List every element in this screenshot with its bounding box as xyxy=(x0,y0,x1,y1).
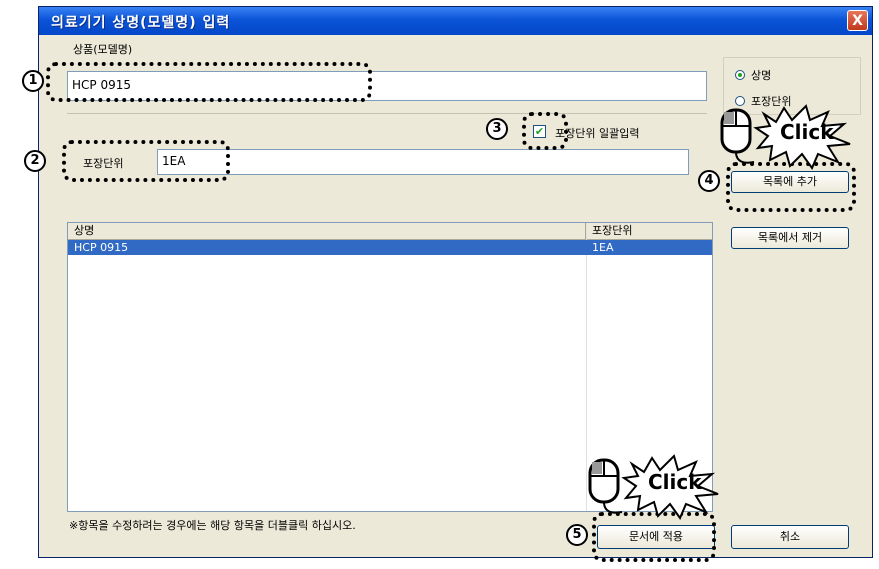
separator xyxy=(67,113,707,114)
mouse-icon xyxy=(588,458,623,514)
table-row[interactable]: HCP 0915 1EA xyxy=(68,240,712,255)
radio-product-dot[interactable] xyxy=(735,70,745,80)
column-header-name[interactable]: 상명 xyxy=(68,223,586,239)
click-label-1: Click xyxy=(780,120,834,144)
list-header: 상명 포장단위 xyxy=(68,223,712,240)
mouse-icon xyxy=(720,108,755,164)
radio-product[interactable]: 상명 xyxy=(735,67,771,83)
package-unit-input[interactable]: 1EA xyxy=(157,149,689,175)
window-title: 의료기기 상명(모델명) 입력 xyxy=(51,15,231,31)
callout-box-3 xyxy=(522,112,568,150)
callout-badge-2: 2 xyxy=(24,150,46,172)
cancel-button[interactable]: 취소 xyxy=(731,525,849,549)
callout-badge-3: 3 xyxy=(486,118,508,140)
click-label-2: Click xyxy=(648,470,702,494)
product-label: 상품(모델명) xyxy=(73,43,133,56)
remove-from-list-button[interactable]: 목록에서 제거 xyxy=(731,227,849,249)
callout-badge-5: 5 xyxy=(566,524,588,546)
row-name: HCP 0915 xyxy=(74,241,129,254)
callout-badge-4: 4 xyxy=(698,170,720,192)
callout-badge-1: 1 xyxy=(22,70,44,92)
edit-hint: ※항목을 수정하려는 경우에는 해당 항목을 더블클릭 하십시오. xyxy=(69,519,356,532)
column-header-unit[interactable]: 포장단위 xyxy=(586,223,712,239)
close-button[interactable]: X xyxy=(847,10,868,31)
title-bar[interactable]: 의료기기 상명(모델명) 입력 X xyxy=(39,7,872,35)
callout-box-2 xyxy=(62,140,230,182)
callout-box-1 xyxy=(46,62,372,102)
radio-product-label: 상명 xyxy=(751,69,772,82)
row-unit: 1EA xyxy=(592,241,614,254)
